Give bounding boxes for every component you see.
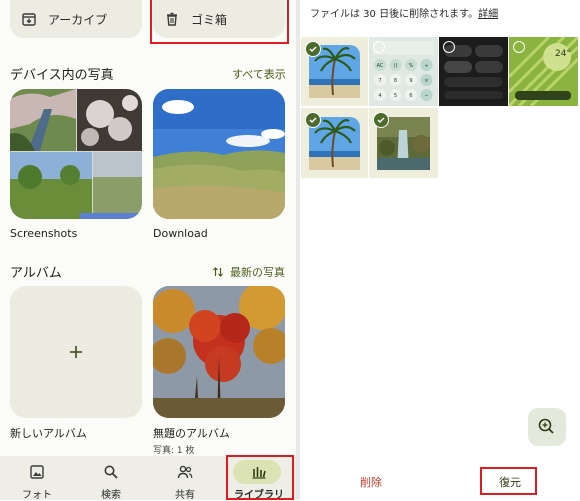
wallpaper-temperature: 24°	[555, 49, 571, 59]
search-icon	[104, 465, 118, 479]
library-panel: アーカイブ ゴミ箱 デバイス内の写真 すべて表示 Screenshots Dow…	[0, 0, 296, 500]
trash-item-calculator[interactable]: AC ()% ÷ 7 8 9 × 4 5 6 −	[369, 37, 438, 106]
nav-sharing-label: 共有	[175, 490, 195, 501]
album-photo-count: 写真: 1 枚	[153, 446, 195, 456]
calculator-key-label: 9	[409, 78, 412, 84]
calculator-key-label: −	[424, 93, 428, 99]
folder-name: Download	[153, 227, 208, 240]
sort-icon	[213, 267, 223, 277]
calculator-key-label: AC	[377, 63, 384, 69]
restore-highlight-box	[480, 467, 537, 495]
plus-icon	[70, 346, 82, 358]
album-name: 無題のアルバム	[153, 427, 230, 440]
selected-check-icon[interactable]	[305, 112, 321, 128]
untitled-album-thumbnail[interactable]	[153, 286, 285, 418]
nav-sharing[interactable]: 共有	[148, 456, 222, 501]
calculator-key-label: ()	[394, 63, 398, 69]
calculator-key-label: %	[409, 63, 414, 69]
people-icon	[177, 465, 193, 479]
trash-panel: ファイルは 30 日後に削除されます。詳細 AC ()% ÷ 7 8 9 × 4 5 6 −	[300, 0, 580, 500]
albums-title: アルバム	[10, 266, 62, 281]
device-photos-title: デバイス内の写真	[10, 68, 114, 83]
calculator-key-label: 6	[409, 93, 412, 99]
unselected-circle-icon[interactable]	[443, 41, 455, 53]
screenshots-folder-thumbnail[interactable]	[10, 89, 142, 219]
trash-item-green-wallpaper[interactable]: 24°	[509, 37, 578, 106]
show-all-link[interactable]: すべて表示	[232, 66, 286, 82]
library-highlight-box	[226, 455, 294, 500]
deletion-notice-text: ファイルは 30 日後に削除されます。	[310, 9, 479, 20]
unselected-circle-icon[interactable]	[373, 41, 385, 53]
zoom-button[interactable]	[528, 408, 566, 446]
recent-photos-sort-button[interactable]: 最新の写真	[212, 264, 285, 280]
unselected-circle-icon[interactable]	[513, 41, 525, 53]
trash-item-phone-settings[interactable]	[439, 37, 508, 106]
selected-check-icon[interactable]	[305, 41, 321, 57]
calculator-key-label: 5	[394, 93, 397, 99]
archive-label: アーカイブ	[48, 12, 108, 27]
nav-photos-label: フォト	[22, 490, 52, 501]
autumn-tree-image	[153, 286, 285, 418]
selected-check-icon[interactable]	[373, 112, 389, 128]
calculator-key-label: ÷	[424, 63, 428, 69]
calculator-key-label: ×	[424, 78, 428, 84]
trash-highlight-box	[150, 0, 289, 44]
nav-search[interactable]: 検索	[74, 456, 148, 501]
archive-button[interactable]: アーカイブ	[10, 0, 142, 38]
nav-photos[interactable]: フォト	[0, 456, 74, 501]
nav-search-label: 検索	[101, 490, 121, 501]
details-link[interactable]: 詳細	[478, 9, 498, 20]
screenshots-collage-image	[10, 89, 142, 219]
new-album-button[interactable]	[10, 286, 142, 418]
download-folder-thumbnail[interactable]	[153, 89, 285, 219]
archive-icon	[22, 13, 36, 26]
delete-button[interactable]: 削除	[360, 474, 382, 490]
photo-icon	[30, 465, 44, 479]
trash-item-beach-2[interactable]	[301, 108, 368, 178]
album-name: 新しいアルバム	[10, 427, 87, 440]
trash-item-waterfall[interactable]	[369, 108, 438, 178]
folder-name: Screenshots	[10, 227, 78, 240]
download-landscape-image	[153, 89, 285, 219]
deletion-notice: ファイルは 30 日後に削除されます。詳細	[310, 5, 498, 20]
trash-item-beach-1[interactable]	[301, 37, 368, 106]
calculator-key-label: 7	[378, 78, 381, 84]
calculator-key-label: 4	[378, 93, 381, 99]
calculator-key-label: 8	[394, 78, 397, 84]
zoom-in-icon	[538, 418, 554, 434]
recent-photos-label: 最新の写真	[230, 266, 285, 279]
